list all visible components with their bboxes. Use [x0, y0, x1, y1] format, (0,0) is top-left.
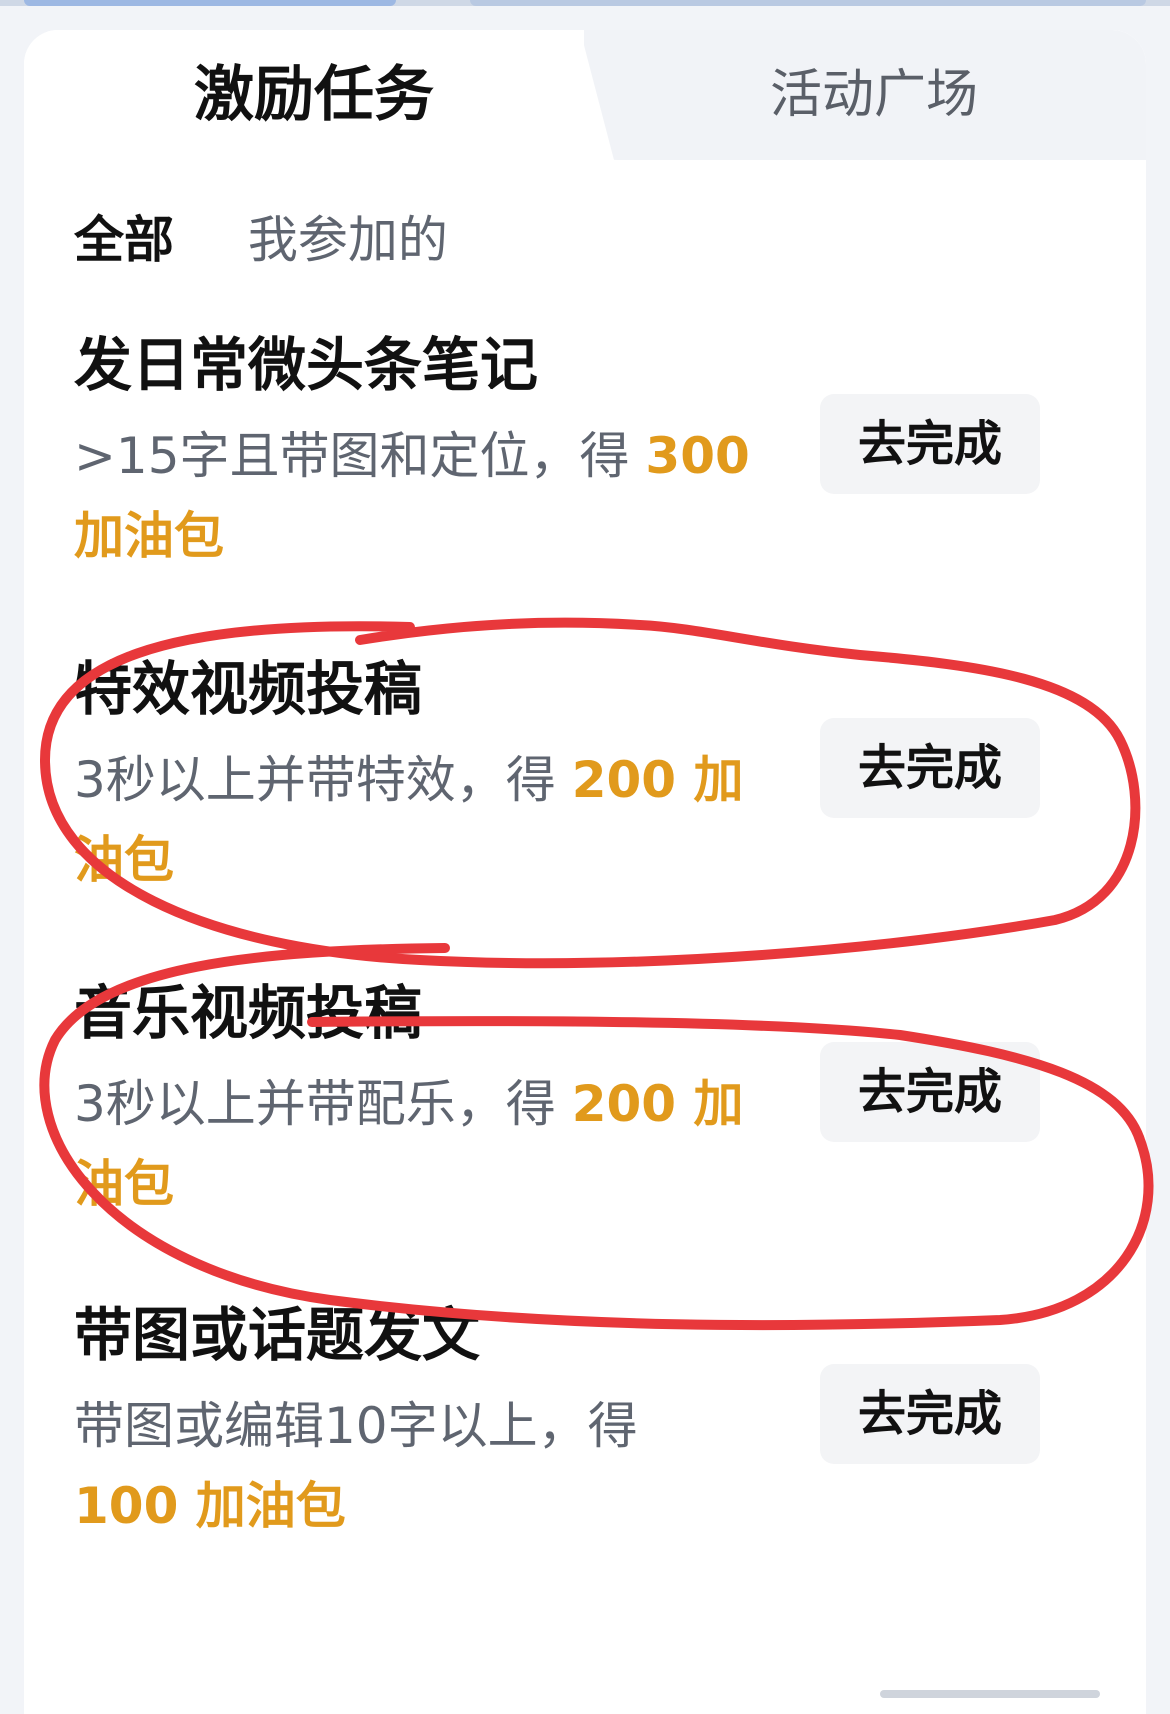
task-reward-amount: 200 [571, 751, 677, 809]
task-card: 激励任务 活动广场 全部 我参加的 发日常微头条笔记 >15字且带图和定位，得 … [24, 30, 1146, 1714]
task-title: 带图或话题发文 [74, 1301, 481, 1369]
task-item-effect-video: 特效视频投稿 3秒以上并带特效，得 200 加油包 去完成 [74, 654, 1114, 900]
task-title: 音乐视频投稿 [74, 979, 423, 1047]
home-indicator [880, 1690, 1100, 1698]
task-go-complete-button[interactable]: 去完成 [820, 718, 1040, 818]
task-description: 3秒以上并带特效，得 200 加油包 [74, 740, 754, 900]
task-description: 带图或编辑10字以上，得 100 加油包 [74, 1386, 754, 1546]
filter-mine[interactable]: 我参加的 [248, 211, 448, 269]
filter-row: 全部 我参加的 [74, 205, 448, 275]
task-reward-unit: 加油包 [178, 1477, 346, 1535]
task-description: 3秒以上并带配乐，得 200 加油包 [74, 1064, 754, 1224]
task-reward-unit: 加油包 [74, 507, 224, 565]
task-description: >15字且带图和定位，得 300 加油包 [74, 416, 754, 576]
task-go-complete-button[interactable]: 去完成 [820, 1364, 1040, 1464]
tab-activity-plaza[interactable]: 活动广场 [604, 60, 1144, 130]
task-desc-text: 3秒以上并带配乐，得 [74, 1075, 572, 1133]
task-reward-amount: 300 [645, 427, 750, 485]
task-title: 发日常微头条笔记 [74, 331, 539, 399]
task-go-complete-button[interactable]: 去完成 [820, 394, 1040, 494]
filter-all[interactable]: 全部 [74, 211, 174, 269]
task-item-music-video: 音乐视频投稿 3秒以上并带配乐，得 200 加油包 去完成 [74, 978, 1114, 1224]
task-desc-text: 3秒以上并带特效，得 [74, 751, 572, 809]
task-desc-text: >15字且带图和定位，得 [74, 427, 646, 485]
task-reward-amount: 200 [571, 1075, 677, 1133]
tab-incentive-tasks[interactable]: 激励任务 [24, 60, 604, 130]
task-title: 特效视频投稿 [74, 655, 423, 723]
task-item-image-topic-post: 带图或话题发文 带图或编辑10字以上，得 100 加油包 去完成 [74, 1300, 1114, 1546]
top-pill-right [470, 0, 1146, 6]
task-item-daily-note: 发日常微头条笔记 >15字且带图和定位，得 300 加油包 去完成 [74, 330, 1114, 576]
task-go-complete-button[interactable]: 去完成 [820, 1042, 1040, 1142]
task-desc-text: 带图或编辑10字以上，得 [74, 1397, 638, 1455]
task-reward-amount: 100 [74, 1477, 179, 1535]
top-pill-left [24, 0, 396, 6]
